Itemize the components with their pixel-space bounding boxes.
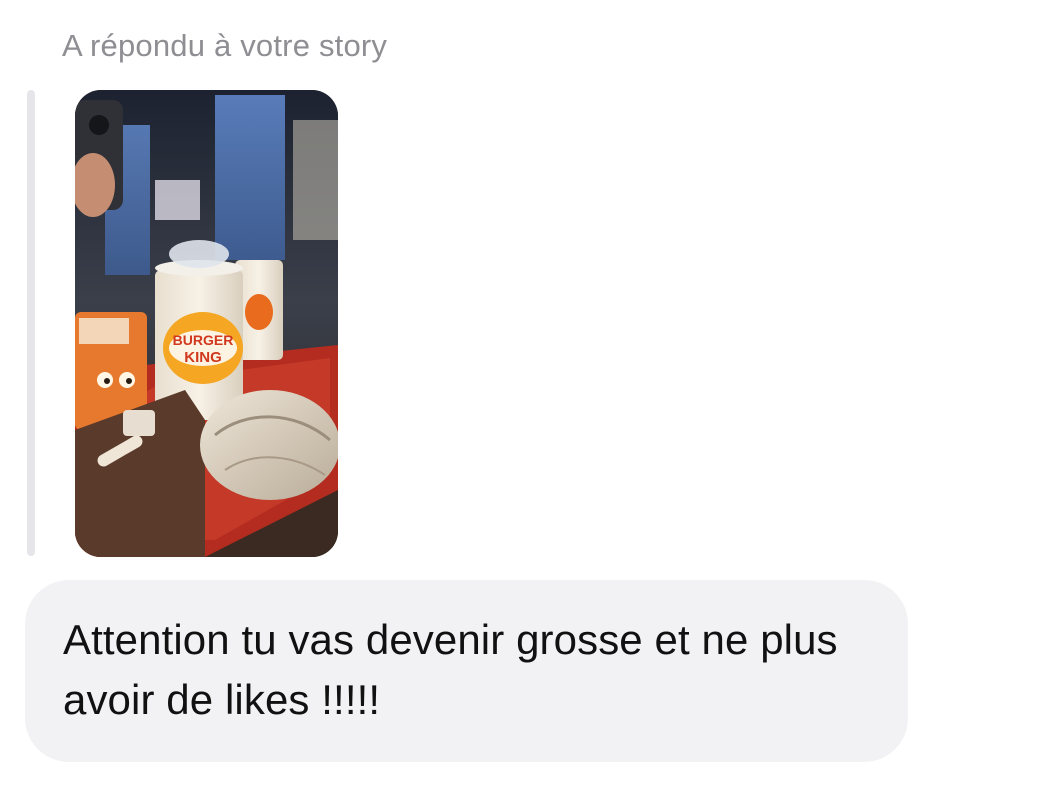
message-bubble[interactable]: Attention tu vas devenir grosse et ne pl…	[25, 580, 908, 762]
logo-text-king: KING	[184, 349, 222, 366]
story-preview-thumbnail[interactable]: BURGER KING	[75, 90, 338, 557]
story-reply-label: A répondu à votre story	[62, 28, 388, 63]
quote-bar	[27, 90, 35, 556]
message-text: Attention tu vas devenir grosse et ne pl…	[63, 616, 838, 723]
logo-text-burger: BURGER	[173, 332, 234, 348]
story-photo: BURGER KING	[75, 90, 338, 557]
